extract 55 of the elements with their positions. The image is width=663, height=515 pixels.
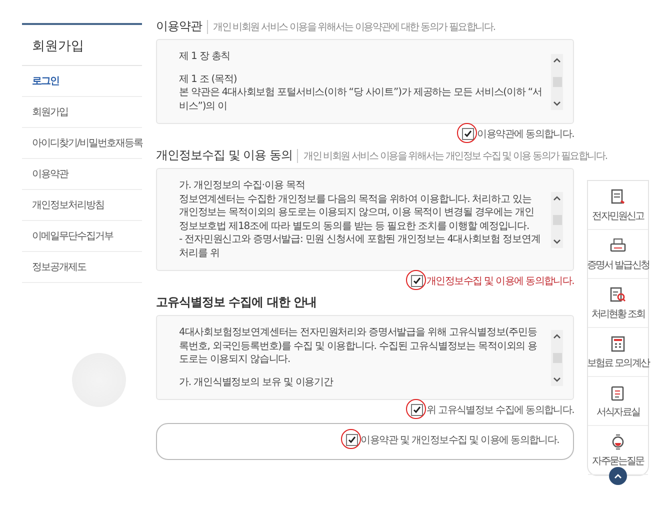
agreement-checkbox[interactable]: 개인정보수집 및 이용에 동의합니다. [156, 274, 574, 288]
caret-down-icon[interactable] [553, 376, 561, 382]
quick-menu-item[interactable]: 처리현황 조회 [588, 279, 648, 328]
caret-up-icon[interactable] [553, 332, 561, 338]
annotation-circle [406, 270, 426, 290]
checkbox[interactable] [411, 404, 424, 416]
scrollbar[interactable] [551, 54, 563, 110]
scrollbar-thumb[interactable] [552, 352, 562, 362]
scrollbar[interactable] [551, 192, 563, 248]
sidebar-item[interactable]: 로그인 [22, 66, 142, 97]
document-icon [610, 189, 626, 205]
quick-menu-item[interactable]: 전자민원신고 [588, 181, 648, 230]
caret-up-icon [614, 473, 622, 479]
annotation-circle [406, 399, 426, 419]
agreement-checkbox[interactable]: 이용약관 및 개인정보수집 및 이용에 동의합니다. [346, 433, 559, 447]
section-subtitle: 개인 비회원 서비스 이용을 위해서는 개인정보 수집 및 이용 동의가 필요합니다. [297, 149, 607, 163]
section-title: 고유식별정보 수집에 대한 안내 [156, 294, 317, 311]
agreement-checkbox[interactable]: 위 고유식별정보 수집에 동의합니다. [156, 403, 574, 417]
checkbox[interactable] [462, 128, 474, 140]
sidebar-item[interactable]: 이용약관 [22, 159, 142, 190]
checkbox[interactable] [411, 275, 424, 287]
scrollbar-thumb[interactable] [552, 214, 562, 224]
scrollbar[interactable] [551, 330, 563, 386]
sidebar-item[interactable]: 정보공개제도 [22, 252, 142, 283]
sidebar-item[interactable]: 아이디찾기/비밀번호재등록 [22, 128, 142, 159]
quick-menu-item[interactable]: 증명서 발급신청 [588, 230, 648, 279]
section-title: 개인정보수집 및 이용 동의 [156, 147, 292, 164]
section-subtitle: 개인 비회원 서비스 이용을 위해서는 이용약관에 대한 동의가 필요합니다. [207, 20, 495, 34]
quick-menu-item[interactable]: 서식자료실 [588, 377, 648, 426]
terms-text: 가. 개인식별정보의 보유 및 이용기간 [179, 376, 334, 389]
scrollbar-thumb[interactable] [552, 76, 562, 86]
terms-text: 가. 개인정보의 수집·이용 목적 정보연계센터는 수집한 개인정보를 다음의 목적을 위하여 이용합니다. 처리하고 있는 개인정보는 목적이외의 용도로는 이용되지 않으며, 이용 목적이 변경될 경우에는 개인정보보호법 제18조에 따라 별도의 동의를 받는 등 필요한 조치를 이행할 예정입니다. - 전자민원신고와 증명서발급: 민원 신청서에 포함된 개인정보는 4대사회보험 정보연계 처리를 위 [179, 179, 542, 260]
caret-up-icon[interactable] [553, 56, 561, 62]
checkbox[interactable] [346, 434, 358, 446]
annotation-circle [340, 429, 361, 449]
annotation-circle [457, 123, 478, 143]
caret-up-icon[interactable] [553, 194, 561, 200]
terms-text: 4대사회보험정보연계센터는 전자민원처리와 증명서발급을 위해 고유식별정보(주민등록번호, 외국인등록번호)를 수집 및 이용합니다. 수집된 고유식별정보는 목적이외의 용도로는 이용되지 않습니다. [179, 326, 538, 366]
clipboard-icon [610, 385, 626, 401]
lightbulb-icon [610, 434, 626, 450]
sidebar-title: 회원가입 [22, 23, 142, 66]
printer-icon [610, 238, 626, 254]
quick-menu-item[interactable]: 보험료 모의계산 [588, 328, 648, 377]
terms-text: 제 1 조 (목적) 본 약관은 4대사회보험 포털서비스(이하 “당 사이트”)가 제공하는 모든 서비스(이하 “서비스”)의 이 [179, 72, 543, 113]
caret-down-icon[interactable] [553, 238, 561, 244]
terms-text: 제 1 장 총칙 [179, 50, 232, 64]
sidebar-item[interactable]: 회원가입 [22, 97, 142, 128]
sidebar-item[interactable]: 이메일무단수집거부 [22, 221, 142, 252]
section-title: 이용약관 [156, 18, 202, 35]
sidebar-item[interactable]: 개인정보처리방침 [22, 190, 142, 221]
document-search-icon [610, 287, 626, 303]
scroll-top-button[interactable] [609, 467, 627, 485]
caret-down-icon[interactable] [553, 100, 561, 106]
calculator-icon [610, 336, 626, 352]
agreement-checkbox[interactable]: 이용약관에 동의합니다. [156, 127, 574, 141]
